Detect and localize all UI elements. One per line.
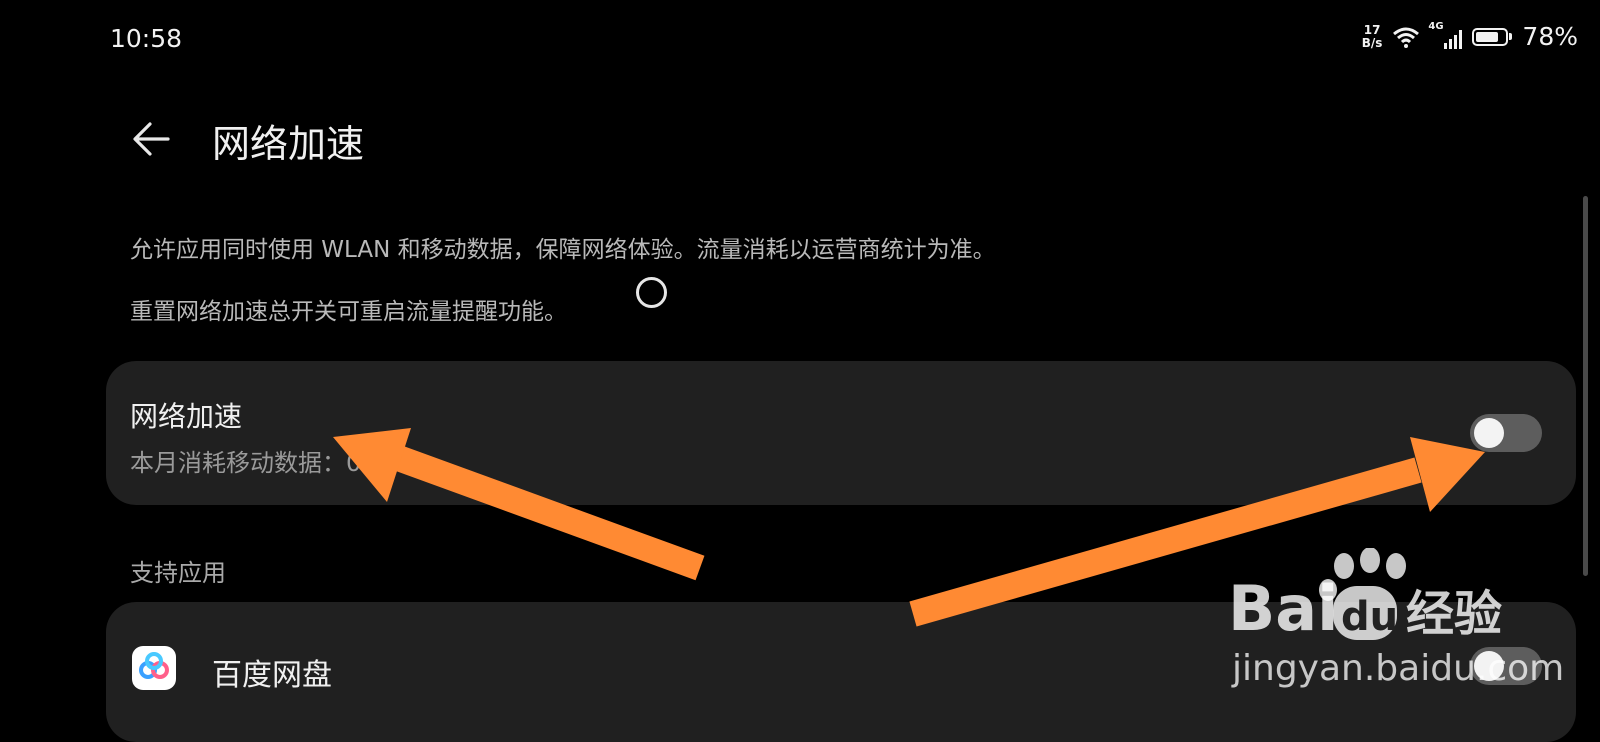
watermark-brand: Bai: [1228, 572, 1338, 645]
battery-icon: [1472, 27, 1513, 46]
toggle-knob: [1474, 418, 1504, 448]
network-accel-card[interactable]: 网络加速 本月消耗移动数据：0.00 B: [106, 361, 1576, 505]
watermark-brand-suffix: du: [1341, 594, 1398, 640]
status-time: 10:58: [110, 24, 183, 53]
page-title: 网络加速: [212, 122, 365, 166]
status-icons: 17 B/s 4G 78%: [1361, 21, 1578, 52]
watermark-product: 经验: [1406, 586, 1502, 642]
section-label-supported-apps: 支持应用: [130, 559, 226, 587]
baidu-netdisk-icon: [132, 646, 176, 690]
net-speed: 17 B/s: [1361, 22, 1383, 50]
network-accel-usage: 本月消耗移动数据：0.00 B: [130, 449, 424, 477]
back-button[interactable]: [128, 115, 176, 163]
net-speed-value: 17: [1363, 22, 1381, 37]
scrollbar[interactable]: [1583, 196, 1588, 576]
touch-indicator: [636, 277, 667, 308]
description-line-2: 重置网络加速总开关可重启流量提醒功能。: [130, 299, 567, 325]
signal-type: 4G: [1428, 20, 1444, 32]
back-arrow-icon: [133, 122, 170, 156]
wifi-icon: [1393, 27, 1420, 48]
network-accel-toggle[interactable]: [1470, 414, 1542, 452]
cellular-signal-icon: 4G: [1428, 21, 1463, 49]
battery-percent: 78%: [1522, 22, 1578, 51]
app-name: 百度网盘: [212, 658, 332, 693]
net-speed-unit: B/s: [1361, 35, 1383, 50]
watermark-url: jingyan.baidu.com: [1232, 648, 1565, 689]
description-line-1: 允许应用同时使用 WLAN 和移动数据，保障网络体验。流量消耗以运营商统计为准。: [130, 237, 996, 263]
network-accel-title: 网络加速: [130, 400, 243, 433]
